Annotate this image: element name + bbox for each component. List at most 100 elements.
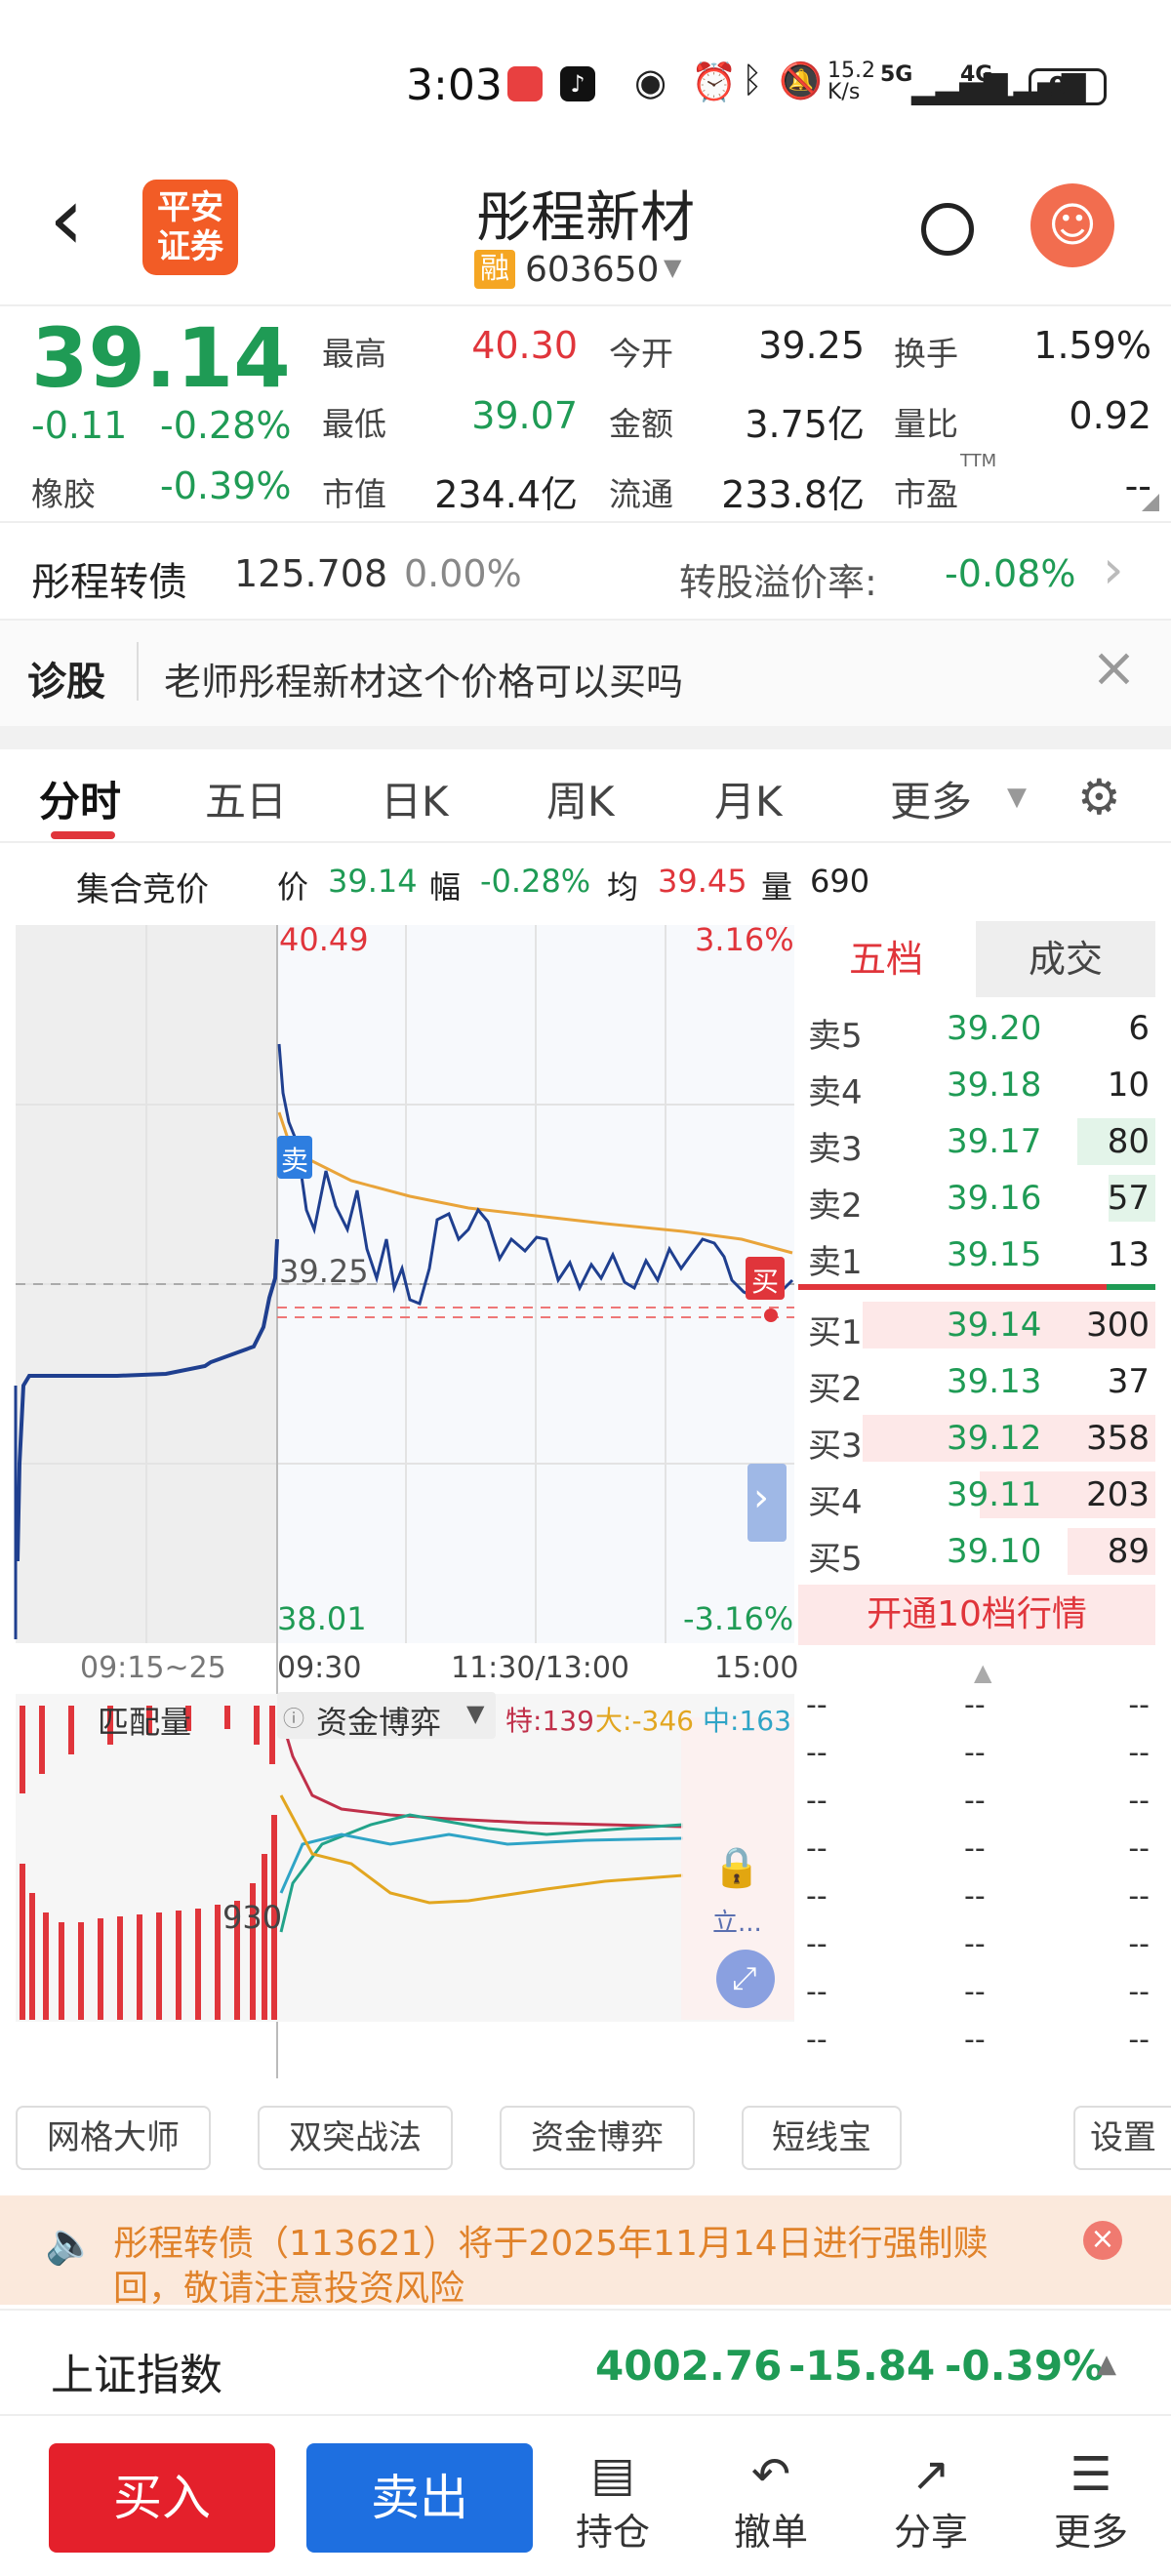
fund-large-value: -346 (631, 1705, 694, 1737)
ask-level: 卖1 (808, 1243, 863, 1282)
tab-indicator (51, 831, 115, 839)
cb-name: 彤程转债 (31, 560, 187, 605)
ask-row[interactable]: 卖3 39.17 80 (798, 1114, 1155, 1169)
tab-5day[interactable]: 五日 (205, 769, 287, 828)
caret-up-icon[interactable]: ▲ (1097, 2350, 1116, 2379)
ask-row[interactable]: 卖5 39.20 6 (798, 1001, 1155, 1056)
chevron-down-icon[interactable]: ▼ (664, 254, 681, 281)
sell-button[interactable]: 卖出 (306, 2443, 533, 2553)
buy-marker[interactable]: 买 (751, 1261, 779, 1300)
share-button[interactable]: ↗ 分享 (882, 2447, 980, 2556)
tab-five-level[interactable]: 五档 (798, 921, 974, 997)
cancel-order-button[interactable]: ↶ 撤单 (722, 2447, 820, 2556)
undo-icon: ↶ (750, 2447, 791, 2502)
close-icon[interactable]: × (1083, 2221, 1122, 2260)
buy-button[interactable]: 买入 (49, 2443, 275, 2553)
bid-price: 39.12 (947, 1419, 1042, 1458)
divider (137, 642, 139, 701)
chevron-right-icon[interactable]: › (753, 1475, 769, 1520)
subchart-bg (16, 1694, 794, 2022)
bid-ask-divider (798, 1284, 1155, 1290)
cb-premium-label: 转股溢价率: (679, 561, 877, 604)
index-value: 4002.76 (595, 2342, 783, 2390)
axis-bottom-right: -3.16% (683, 1600, 794, 1637)
tool-short-term[interactable]: 短线宝 (742, 2106, 902, 2170)
tiktok-icon: ♪ (560, 66, 595, 101)
tab-trades[interactable]: 成交 (976, 921, 1155, 997)
ask-volume: 13 (1107, 1235, 1150, 1274)
chevron-right-icon: › (1103, 539, 1124, 600)
low-value: 39.07 (471, 394, 578, 437)
trade-price: -- (964, 1688, 986, 1722)
tab-weekly-k[interactable]: 周K (546, 769, 615, 828)
chart-info-bar: 集合竞价 价 39.14 幅 -0.28% 均 39.45 量 690 (0, 849, 1171, 917)
diagnose-bar[interactable]: 诊股 老师彤程新材这个价格可以买吗 × (0, 619, 1171, 726)
redemption-notice[interactable]: 🔈 彤程转债（113621）将于2025年11月14日进行强制赎 回，敬请注意投… (0, 2195, 1171, 2309)
bid-row[interactable]: 买1 39.14 300 (798, 1298, 1155, 1352)
tool-settings[interactable]: 设置 (1073, 2106, 1171, 2170)
tool-grid-master[interactable]: 网格大师 (16, 2106, 211, 2170)
info-amp: -0.28% (480, 863, 591, 900)
ask-price: 39.20 (947, 1009, 1042, 1048)
unlock-text[interactable]: 立... (712, 1903, 762, 1939)
turnover-value: 1.59% (1033, 324, 1151, 367)
caret-up-icon[interactable]: ▲ (974, 1659, 991, 1686)
fund-special-label: 特: (505, 1705, 543, 1737)
ask-volume: 57 (1107, 1179, 1150, 1218)
tab-intraday[interactable]: 分时 (39, 769, 121, 828)
bid-row[interactable]: 买3 39.12 358 (798, 1411, 1155, 1466)
tool-double-breakout[interactable]: 双突战法 (258, 2106, 453, 2170)
quote-panel: 39.14 -0.11 -0.28% 橡胶 -0.39% 最高 40.30 最低… (0, 304, 1171, 521)
cb-price: 125.708 (234, 552, 388, 595)
gear-icon[interactable]: ⚙ (1077, 769, 1121, 825)
close-icon[interactable]: × (1091, 636, 1137, 700)
trade-row: -- -- -- (798, 1688, 1155, 1735)
trade-volume: -- (1128, 1975, 1150, 2009)
float-label: 流通 (609, 475, 673, 513)
convertible-bond-row[interactable]: 彤程转债 125.708 0.00% 转股溢价率: -0.08% › (0, 521, 1171, 619)
bid-row[interactable]: 买5 39.10 89 (798, 1524, 1155, 1579)
subchart-tab-match[interactable]: 匹配量 (98, 1698, 191, 1743)
high-label: 最高 (322, 335, 386, 373)
info-icon: ⓘ (283, 1708, 305, 1732)
bid-row[interactable]: 买4 39.11 203 (798, 1468, 1155, 1522)
fullscreen-icon[interactable]: ⤢ (732, 1959, 757, 1997)
trade-price: -- (964, 2023, 986, 2057)
holdings-button[interactable]: ▤ 持仓 (564, 2447, 662, 2556)
ask-row[interactable]: 卖2 39.16 57 (798, 1171, 1155, 1226)
section-gap (0, 726, 1171, 749)
mcap-value: 234.4亿 (434, 473, 578, 516)
search-icon[interactable] (921, 203, 974, 256)
tab-monthly-k[interactable]: 月K (714, 769, 783, 828)
tool-fund-game[interactable]: 资金博弈 (500, 2106, 695, 2170)
bid-row[interactable]: 买2 39.13 37 (798, 1354, 1155, 1409)
sell-marker[interactable]: 卖 (281, 1140, 308, 1179)
tab-more[interactable]: 更多 (890, 769, 972, 828)
trade-placeholder-rows: ▲ -- -- -- -- -- -- -- -- -- -- -- -- -- -- -- -- -- -- --… (798, 1659, 1171, 2078)
more-button[interactable]: ☰ 更多 (1042, 2447, 1140, 2556)
tab-daily-k[interactable]: 日K (381, 769, 449, 828)
ask-row[interactable]: 卖1 39.15 13 (798, 1228, 1155, 1282)
pe-ttm-sup: TTM (960, 451, 997, 471)
time-label-close: 15:00 (714, 1651, 799, 1685)
info-avg-label: 均 (607, 868, 639, 906)
status-bar: 3:03 ♪ ◉ ⏰ ᛒ 🔕 15.2 K/s 5G ▂▃▅▇ 4G ▂▃▅▇ 9… (0, 0, 1171, 166)
huawei-app-icon (507, 66, 543, 101)
ask-row[interactable]: 卖4 39.18 10 (798, 1058, 1155, 1112)
cb-pct: 0.00% (404, 552, 522, 595)
index-ticker[interactable]: 上证指数 4002.76 -15.84 -0.39% ▲ (0, 2309, 1171, 2416)
intraday-chart[interactable]: 40.49 3.16% 38.01 -3.16% 39.25 卖 买 › 09:… (0, 917, 800, 2108)
fund-special-value: 139 (542, 1705, 594, 1737)
ask-volume: 6 (1128, 1009, 1150, 1048)
open-label: 今开 (609, 335, 673, 373)
bid-volume: 89 (1107, 1532, 1150, 1571)
time-label-open: 09:30 (277, 1651, 362, 1685)
time-label-noon: 11:30/13:00 (451, 1651, 630, 1685)
corner-expand-icon[interactable] (1142, 494, 1159, 511)
subchart-tab-fund[interactable]: ⓘ 资金博弈 ▼ (277, 1692, 496, 1741)
open-10-level-button[interactable]: 开通10档行情 (798, 1585, 1155, 1645)
bluetooth-icon: ᛒ (742, 60, 763, 101)
assistant-avatar[interactable]: ☺ (1030, 183, 1114, 267)
net-speed: 15.2 K/s (828, 60, 875, 103)
bid-price: 39.11 (947, 1475, 1042, 1514)
